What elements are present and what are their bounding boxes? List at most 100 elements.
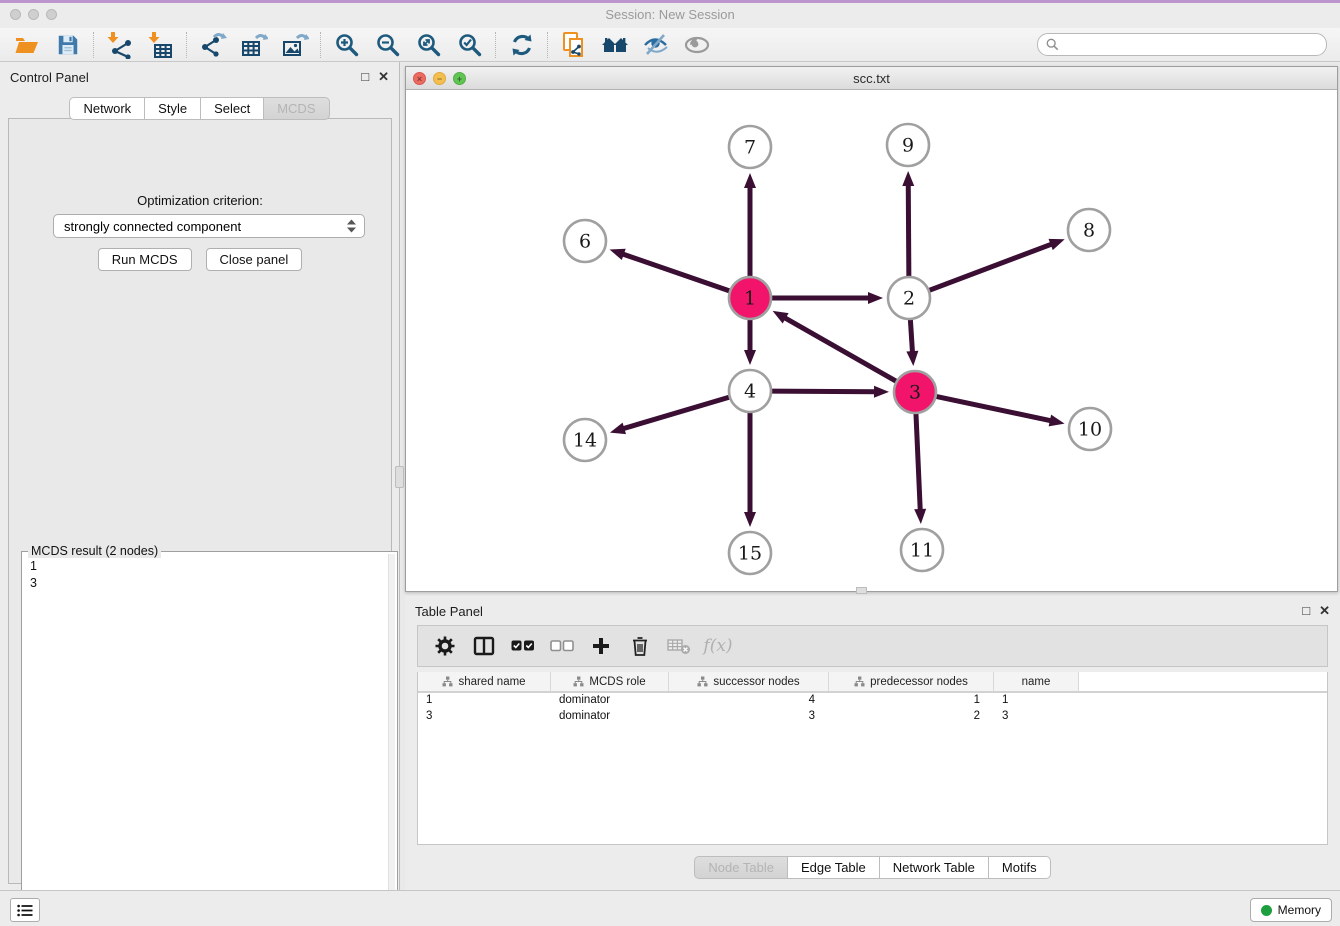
graph-node-label: 7 <box>744 137 756 159</box>
graph-edge-arrowhead <box>902 171 914 186</box>
zoom-selected-icon <box>457 32 483 58</box>
delete-button[interactable] <box>627 633 653 659</box>
tab-node-table[interactable]: Node Table <box>694 856 788 879</box>
hierarchy-icon <box>697 676 708 687</box>
graph-edge-4-14[interactable] <box>622 397 729 429</box>
table-panel: Table Panel □ ✕ <box>405 596 1340 890</box>
vertical-splitter-handle[interactable] <box>395 466 404 488</box>
export-table-icon <box>240 31 268 59</box>
graph-edge-3-10[interactable] <box>936 396 1052 421</box>
mcds-result-list[interactable]: 1 3 <box>26 558 385 926</box>
first-neighbors-button[interactable] <box>594 30 635 60</box>
open-file-button[interactable] <box>6 30 47 60</box>
close-panel-icon[interactable]: ✕ <box>1319 603 1330 619</box>
export-network-button[interactable] <box>192 30 233 60</box>
hide-selected-icon <box>642 32 670 58</box>
column-header-name[interactable]: name <box>994 672 1079 691</box>
window-titlebar: Session: New Session <box>0 0 1340 28</box>
export-image-button[interactable] <box>274 30 315 60</box>
memory-button[interactable]: Memory <box>1250 898 1332 922</box>
tab-select[interactable]: Select <box>201 97 264 120</box>
zoom-in-icon <box>334 32 360 58</box>
table-row[interactable]: 1 dominator 4 1 1 <box>418 693 1327 709</box>
graph-edge-arrowhead <box>1049 239 1065 250</box>
graph-edge-3-11[interactable] <box>916 413 920 511</box>
delete-column-button[interactable] <box>666 633 692 659</box>
column-header-mcds-role[interactable]: MCDS role <box>551 672 669 691</box>
graph-edge-1-6[interactable] <box>622 254 730 291</box>
graph-edge-arrowhead <box>874 386 889 398</box>
table-settings-button[interactable] <box>432 633 458 659</box>
graph-edge-2-8[interactable] <box>929 244 1053 291</box>
zoom-fit-button[interactable] <box>408 30 449 60</box>
result-scrollbar[interactable] <box>388 554 395 926</box>
node-table: shared name MCDS role successor nodes pr… <box>417 672 1328 845</box>
application-window: Session: New Session <box>0 0 1340 926</box>
toolbar-separator <box>495 32 496 58</box>
float-panel-icon[interactable]: □ <box>1302 603 1310 619</box>
tab-network-table[interactable]: Network Table <box>880 856 989 879</box>
zoom-fit-icon <box>416 32 442 58</box>
column-label: MCDS role <box>589 676 645 688</box>
save-session-icon <box>56 33 80 57</box>
tab-motifs[interactable]: Motifs <box>989 856 1051 879</box>
graph-edge-2-9[interactable] <box>908 184 909 277</box>
function-builder-button[interactable]: f(x) <box>705 633 731 659</box>
tab-style[interactable]: Style <box>145 97 201 120</box>
clone-network-button[interactable] <box>553 30 594 60</box>
graph-edge-arrowhead <box>1049 415 1065 427</box>
close-panel-icon[interactable]: ✕ <box>378 69 389 85</box>
search-icon <box>1046 38 1059 51</box>
add-column-button[interactable] <box>588 633 614 659</box>
close-panel-button[interactable]: Close panel <box>206 248 303 271</box>
graph-edge-3-1[interactable] <box>784 317 897 381</box>
column-header-successor-nodes[interactable]: successor nodes <box>669 672 829 691</box>
deselect-all-button[interactable] <box>549 633 575 659</box>
import-table-button[interactable] <box>140 30 181 60</box>
zoom-in-button[interactable] <box>326 30 367 60</box>
graph-edge-2-3[interactable] <box>910 319 912 353</box>
tab-mcds[interactable]: MCDS <box>264 97 329 120</box>
tab-network[interactable]: Network <box>69 97 145 120</box>
status-bar: Memory <box>0 890 1340 926</box>
tab-edge-table[interactable]: Edge Table <box>788 856 880 879</box>
toolbar-separator <box>320 32 321 58</box>
column-header-predecessor-nodes[interactable]: predecessor nodes <box>829 672 994 691</box>
zoom-out-icon <box>375 32 401 58</box>
add-icon <box>591 636 611 656</box>
table-header-row: shared name MCDS role successor nodes pr… <box>418 672 1327 693</box>
column-label: predecessor nodes <box>870 676 968 688</box>
graph-edge-4-3[interactable] <box>771 391 876 392</box>
network-window-title: scc.txt <box>406 71 1337 86</box>
hide-selected-button[interactable] <box>635 30 676 60</box>
task-history-button[interactable] <box>10 898 40 922</box>
cell-successor-nodes: 4 <box>669 693 829 709</box>
zoom-selected-button[interactable] <box>449 30 490 60</box>
network-window-titlebar[interactable]: × − + scc.txt <box>406 67 1337 90</box>
horizontal-splitter-handle[interactable] <box>856 587 867 594</box>
graph-edge-arrowhead <box>773 311 789 324</box>
search-input[interactable] <box>1064 38 1318 52</box>
export-table-button[interactable] <box>233 30 274 60</box>
graph-node-label: 15 <box>738 543 762 565</box>
show-all-button[interactable] <box>676 30 717 60</box>
cell-name: 3 <box>994 709 1079 725</box>
column-header-shared-name[interactable]: shared name <box>418 672 551 691</box>
optimization-criterion-select[interactable]: strongly connected component <box>53 214 365 238</box>
run-mcds-button[interactable]: Run MCDS <box>98 248 192 271</box>
memory-label: Memory <box>1278 903 1321 917</box>
show-all-icon <box>683 33 711 57</box>
import-network-button[interactable] <box>99 30 140 60</box>
control-panel-title: Control Panel <box>10 70 89 85</box>
network-canvas[interactable]: 7968124314101511 <box>406 90 1337 591</box>
select-stepper-icon <box>345 218 358 234</box>
zoom-out-button[interactable] <box>367 30 408 60</box>
table-row[interactable]: 3 dominator 3 2 3 <box>418 709 1327 725</box>
save-session-button[interactable] <box>47 30 88 60</box>
apply-layout-button[interactable] <box>501 30 542 60</box>
deselect-all-icon <box>550 640 574 652</box>
select-all-button[interactable] <box>510 633 536 659</box>
hierarchy-icon <box>442 676 453 687</box>
column-panes-button[interactable] <box>471 633 497 659</box>
float-panel-icon[interactable]: □ <box>361 69 369 85</box>
